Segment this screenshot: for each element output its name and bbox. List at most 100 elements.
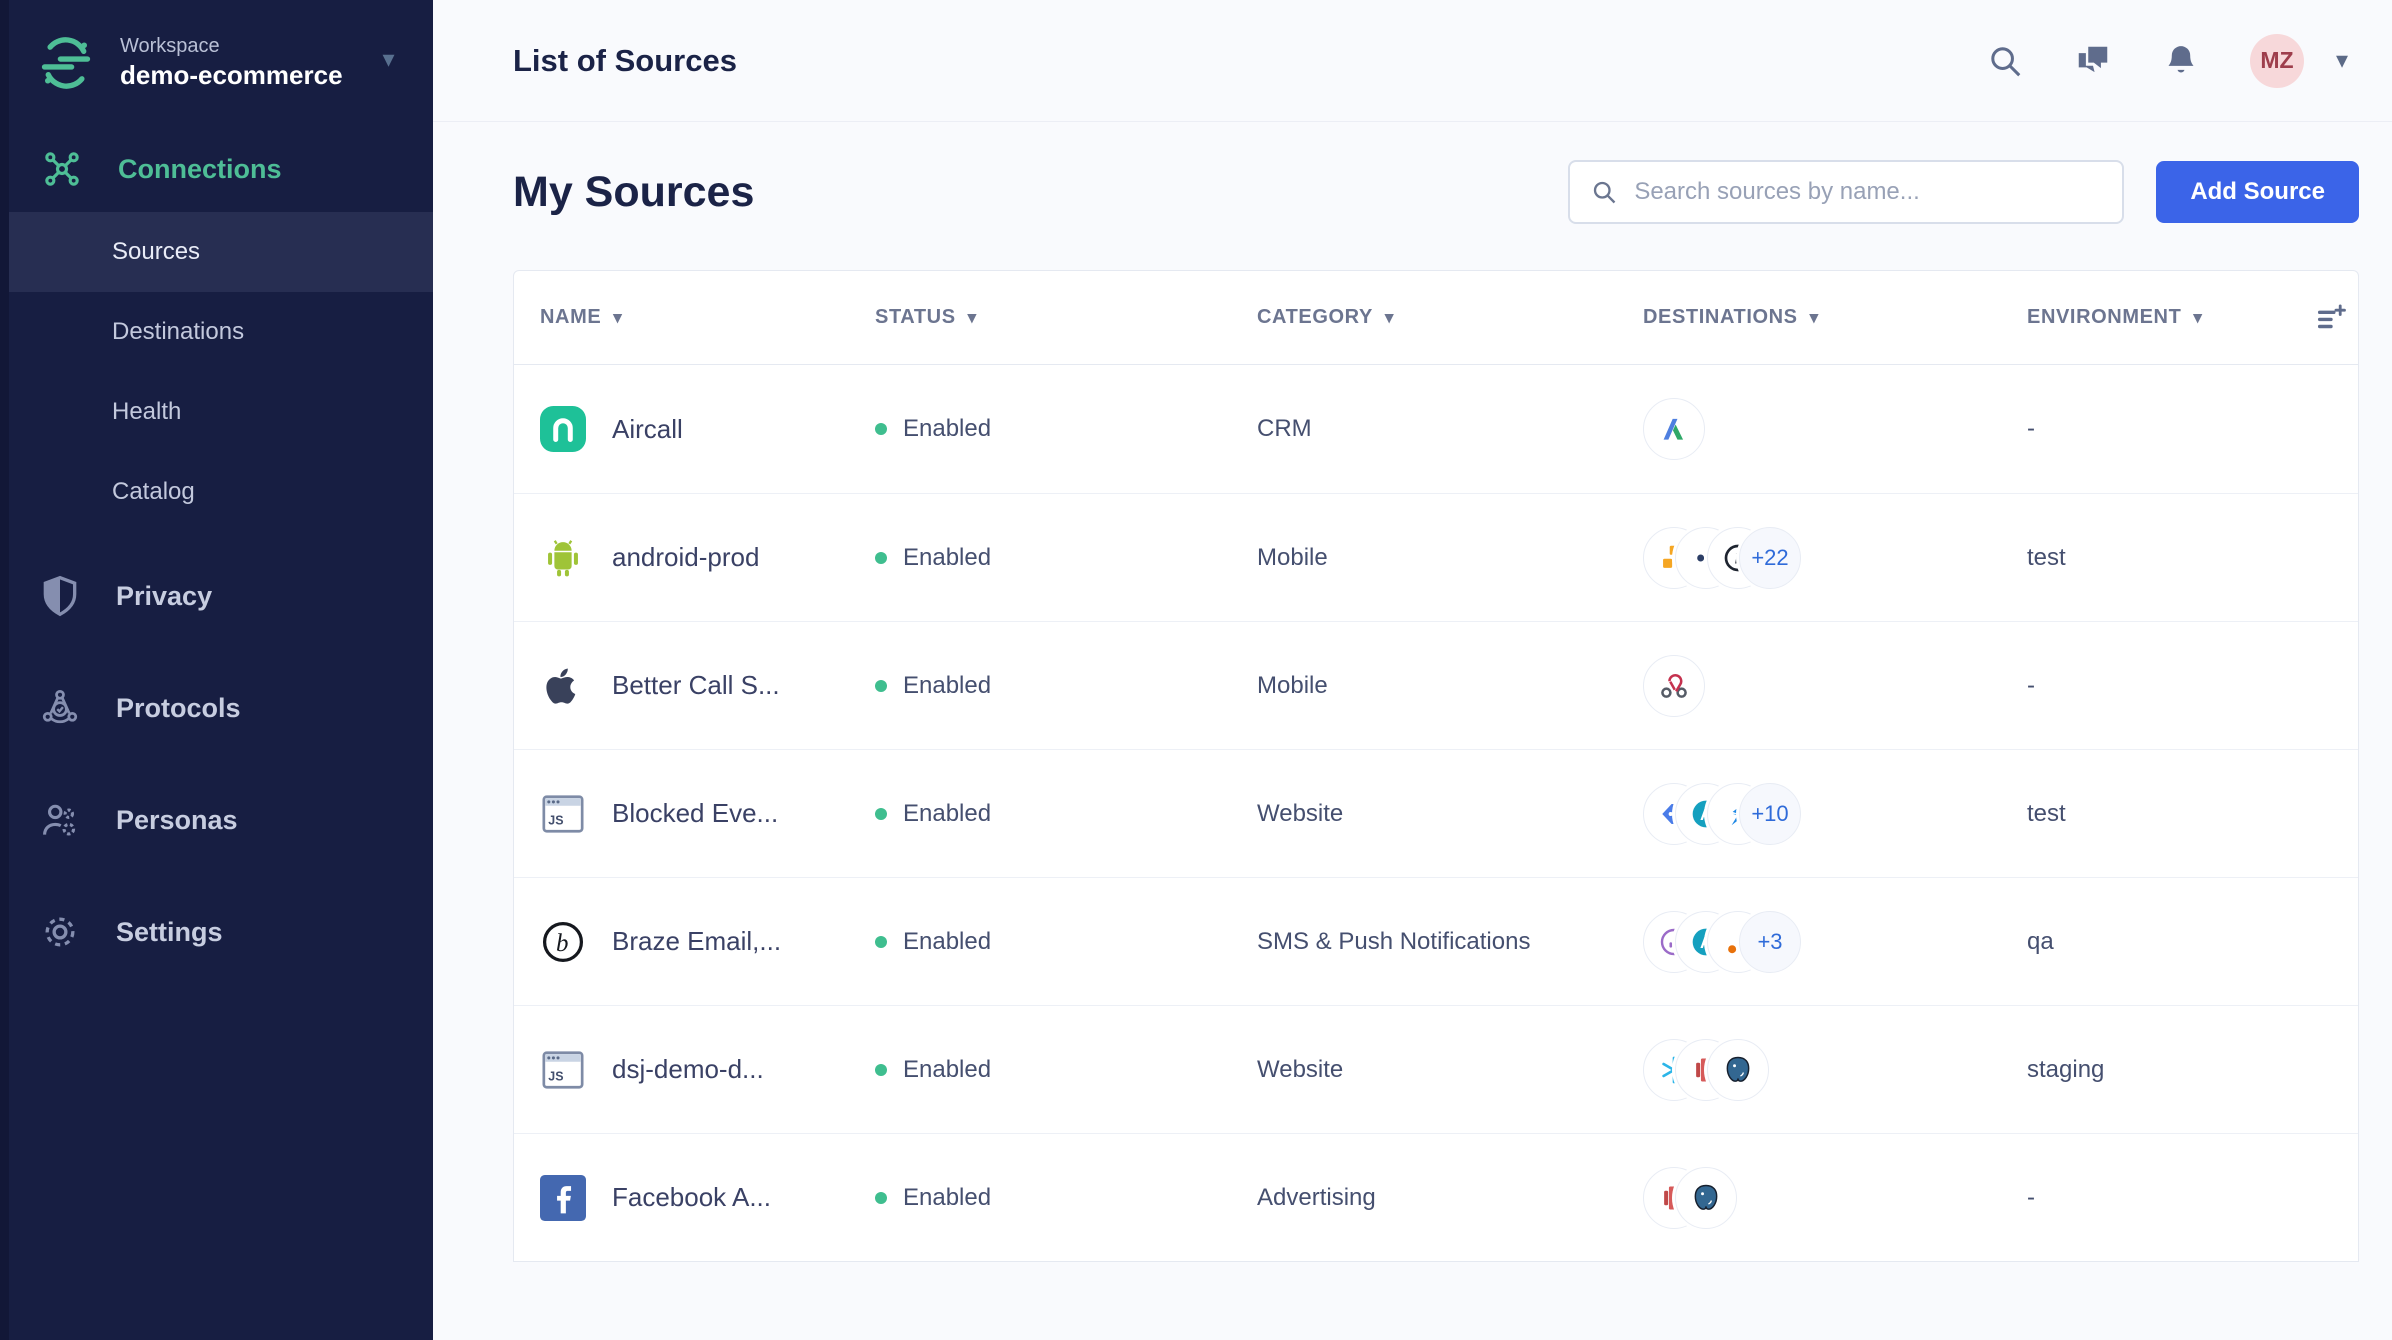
column-header-environment[interactable]: Environment ▾: [2027, 306, 2314, 329]
source-icon: b: [540, 919, 586, 965]
sidebar-item-label: Privacy: [116, 580, 213, 611]
status-dot: [875, 1063, 887, 1076]
category-label: SMS & Push Notifications: [1257, 927, 1531, 955]
sidebar-item-health[interactable]: Health: [0, 372, 433, 452]
content-area: My Sources Add Source Name▾Status▾Catego…: [433, 122, 2392, 1340]
destinations-more-badge[interactable]: +3: [1739, 910, 1801, 973]
environment-label: staging: [2027, 1055, 2105, 1083]
category-label: CRM: [1257, 415, 1312, 442]
table-row[interactable]: JS Blocked Eve... Enabled Website A +10 t…: [514, 749, 2358, 877]
destinations-more-badge[interactable]: +10: [1739, 782, 1801, 845]
table-row[interactable]: Better Call S... Enabled Mobile -: [514, 621, 2358, 749]
table-row[interactable]: Facebook A... Enabled Advertising -: [514, 1133, 2358, 1261]
source-search: [1568, 160, 2125, 224]
webhook-destination-icon: [1643, 654, 1705, 717]
sidebar-item-settings[interactable]: Settings: [0, 876, 433, 988]
sort-caret-icon: ▾: [967, 307, 977, 327]
sidebar-item-connections[interactable]: Connections: [0, 126, 433, 212]
connections-icon: [42, 149, 82, 189]
sources-table: Name ▾ Status ▾ Category ▾ Destinations ▾ Enviro…: [513, 270, 2359, 1262]
column-label: Category: [1257, 306, 1373, 328]
source-icon: [540, 1174, 586, 1221]
status-dot: [875, 1191, 887, 1204]
sidebar-item-label: Connections: [118, 153, 282, 184]
personas-icon: [38, 798, 82, 842]
table-row[interactable]: b Braze Email,... Enabled SMS & Push Not…: [514, 877, 2358, 1005]
chevron-down-icon[interactable]: ▾: [383, 45, 395, 74]
column-header-status[interactable]: Status ▾: [875, 306, 1257, 329]
column-header-destinations[interactable]: Destinations ▾: [1643, 306, 2027, 329]
column-label: Name: [540, 306, 602, 328]
source-name: Facebook A...: [612, 1182, 771, 1212]
edit-columns-icon[interactable]: [2314, 301, 2348, 335]
workspace-switcher[interactable]: Workspace demo-ecommerce ▾: [0, 0, 433, 126]
status-label: Enabled: [903, 1055, 992, 1083]
environment-label: qa: [2027, 927, 2054, 955]
svg-text:b: b: [556, 929, 568, 956]
gear-icon: [38, 910, 82, 954]
chat-icon[interactable]: [2074, 42, 2112, 80]
category-label: Website: [1257, 1055, 1344, 1083]
shield-icon: [38, 574, 82, 618]
column-label: Environment: [2027, 306, 2182, 328]
sidebar-item-label: Personas: [116, 804, 238, 835]
column-header-category[interactable]: Category ▾: [1257, 306, 1643, 329]
table-header-row: Name ▾ Status ▾ Category ▾ Destinations ▾ Enviro…: [514, 271, 2358, 365]
search-icon[interactable]: [1986, 42, 2024, 80]
status-label: Enabled: [903, 799, 992, 827]
table-row[interactable]: Aircall Enabled CRM -: [514, 365, 2358, 493]
sort-caret-icon: ▾: [1384, 307, 1395, 327]
chevron-down-icon[interactable]: ▾: [2336, 46, 2348, 75]
sidebar-item-label: Settings: [116, 916, 223, 947]
sidebar-item-destinations[interactable]: Destinations: [0, 292, 433, 372]
sort-caret-icon: ▾: [1809, 307, 1819, 327]
column-label: Destinations: [1643, 306, 1798, 328]
destination-icons: [1643, 398, 2027, 460]
status-label: Enabled: [903, 415, 992, 442]
sidebar-item-personas[interactable]: Personas: [0, 764, 433, 876]
table-row[interactable]: JS dsj-demo-d... Enabled Website staging: [514, 1005, 2358, 1133]
status-dot: [875, 679, 887, 692]
column-label: Status: [875, 306, 956, 328]
source-name: Braze Email,...: [612, 926, 782, 956]
connections-subnav: Sources Destinations Health Catalog: [0, 212, 433, 532]
destination-icons: A +10: [1643, 782, 2027, 845]
sort-caret-icon: ▾: [613, 307, 623, 327]
destination-icons: k +22: [1643, 526, 2027, 589]
source-name: Better Call S...: [612, 670, 780, 700]
source-icon: JS: [540, 1047, 586, 1093]
category-label: Website: [1257, 799, 1344, 827]
status-label: Enabled: [903, 671, 992, 699]
source-name: dsj-demo-d...: [612, 1054, 764, 1084]
search-input[interactable]: [1634, 178, 2103, 206]
sidebar-sections: Privacy Protocols Personas Settings: [0, 540, 433, 988]
add-source-button[interactable]: Add Source: [2156, 161, 2359, 223]
status-label: Enabled: [903, 543, 992, 571]
sidebar: Workspace demo-ecommerce ▾ Connections S…: [0, 0, 433, 1340]
table-row[interactable]: android-prod Enabled Mobile k +22 test: [514, 493, 2358, 621]
column-header-name[interactable]: Name ▾: [540, 306, 875, 329]
environment-label: -: [2027, 415, 2035, 442]
sidebar-item-catalog[interactable]: Catalog: [0, 452, 433, 532]
bell-icon[interactable]: [2162, 42, 2200, 80]
sidebar-item-sources[interactable]: Sources: [0, 212, 433, 292]
status-label: Enabled: [903, 1183, 992, 1211]
destination-icons: A +3: [1643, 910, 2027, 973]
workspace-name: demo-ecommerce: [120, 60, 343, 91]
svg-text:JS: JS: [548, 1069, 563, 1083]
avatar[interactable]: MZ: [2249, 33, 2304, 88]
environment-label: test: [2027, 543, 2066, 571]
sidebar-item-label: Protocols: [116, 692, 241, 723]
category-label: Mobile: [1257, 543, 1328, 571]
environment-label: test: [2027, 799, 2066, 827]
status-dot: [875, 807, 887, 820]
sort-caret-icon: ▾: [2193, 307, 2203, 327]
source-name: android-prod: [612, 542, 760, 572]
status-dot: [875, 935, 887, 948]
sidebar-item-protocols[interactable]: Protocols: [0, 652, 433, 764]
source-name: Blocked Eve...: [612, 798, 779, 828]
sidebar-item-privacy[interactable]: Privacy: [0, 540, 433, 652]
destinations-more-badge[interactable]: +22: [1739, 526, 1801, 589]
environment-label: -: [2027, 1183, 2035, 1211]
destination-icons: [1643, 654, 2027, 717]
